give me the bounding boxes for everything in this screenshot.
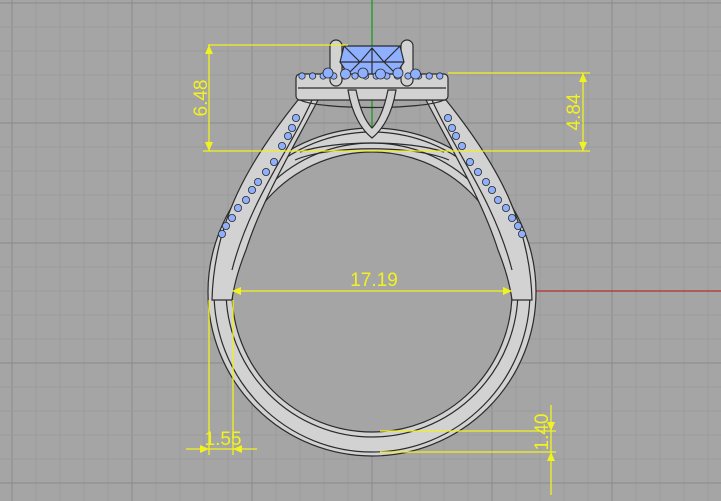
pave-stone: [277, 141, 286, 150]
pave-stone: [233, 203, 242, 212]
pave-stone: [507, 213, 516, 222]
pave-stone: [340, 68, 351, 80]
pave-stone: [221, 221, 230, 230]
pave-stone: [518, 229, 527, 238]
pave-stone: [375, 68, 386, 80]
pave-stone: [261, 167, 270, 176]
pave-stone: [253, 177, 262, 186]
dimension-label-inner-diameter: 17.19: [350, 270, 398, 291]
pave-stone: [357, 67, 369, 79]
pave-stone: [247, 185, 256, 194]
pave-stone: [227, 213, 236, 222]
pave-stone: [451, 131, 460, 140]
dimension-label-halo-height: 4.84: [564, 93, 585, 130]
pave-stone: [283, 131, 292, 140]
pave-stone: [487, 185, 496, 194]
pave-stone: [410, 68, 421, 80]
pave-stone: [501, 203, 510, 212]
dimension-label-band-width: 1.55: [205, 429, 242, 450]
pave-stone: [457, 141, 466, 150]
pave-stone: [287, 124, 296, 133]
dimension-label-head-height: 6.48: [191, 80, 212, 117]
pave-stone: [493, 195, 502, 204]
pave-stone: [298, 72, 306, 80]
pave-stone: [269, 157, 278, 166]
pave-stone: [443, 114, 452, 123]
pave-stone: [473, 167, 482, 176]
pave-stone: [291, 114, 300, 123]
pave-stone: [308, 72, 317, 80]
pave-stone: [481, 177, 490, 186]
dimension-label-band-thickness: 1.40: [532, 414, 553, 451]
pave-stone: [465, 157, 474, 166]
pave-stone: [447, 124, 456, 133]
pave-stone: [425, 72, 433, 80]
pave-stone: [217, 229, 226, 238]
pave-stone: [392, 67, 404, 79]
pave-stone: [241, 195, 250, 204]
3d-viewport[interactable]: 6.48 4.84 17.19 1.55 1.40: [0, 0, 721, 501]
pave-stone: [436, 72, 444, 80]
viewport-canvas[interactable]: 6.48 4.84 17.19 1.55 1.40: [0, 0, 721, 501]
pave-stone: [514, 221, 523, 230]
pave-stone: [322, 67, 334, 79]
pave-stone: [351, 72, 359, 80]
